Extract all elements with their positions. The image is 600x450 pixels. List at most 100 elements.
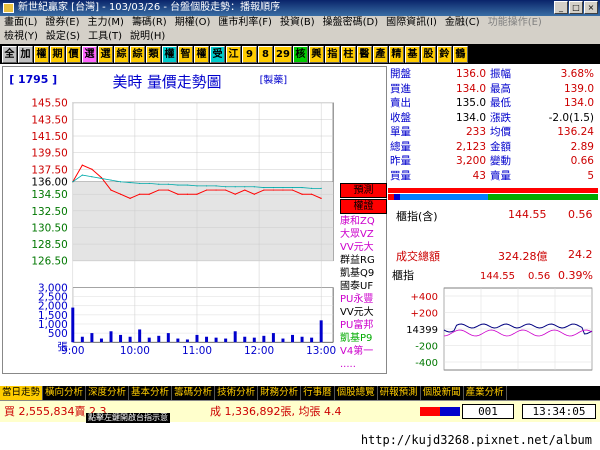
toolbar-button[interactable]: 精 bbox=[388, 45, 404, 63]
tab-item[interactable]: 財務分析 bbox=[258, 386, 302, 400]
menu-item[interactable]: 檢視(Y) bbox=[0, 30, 42, 44]
tab-item[interactable]: 技術分析 bbox=[215, 386, 259, 400]
average-point bbox=[110, 179, 112, 181]
toolbar-button[interactable]: 權 bbox=[162, 45, 177, 63]
warrant-item[interactable]: VV元大 bbox=[340, 241, 387, 254]
toolbar-button[interactable]: 綜 bbox=[114, 45, 129, 63]
price-point bbox=[167, 189, 169, 191]
close-button[interactable]: × bbox=[584, 1, 598, 14]
toolbar-button[interactable]: 權 bbox=[34, 45, 49, 63]
average-point bbox=[196, 185, 198, 187]
menu-item[interactable]: 匯市利率(F) bbox=[214, 16, 276, 30]
toolbar-button[interactable]: 期 bbox=[50, 45, 65, 63]
warrant-item[interactable]: VV元大 bbox=[340, 306, 387, 319]
tab-item[interactable]: 個股新聞 bbox=[421, 386, 464, 400]
quote-row: 賣出 135.0 最低 134.0 bbox=[388, 97, 598, 110]
warrant-item[interactable]: 預測 bbox=[340, 183, 387, 198]
average-point bbox=[311, 187, 313, 189]
toolbar-button[interactable]: 產 bbox=[372, 45, 388, 63]
quote-value: 3,200 bbox=[455, 155, 486, 167]
tab-item[interactable]: 個股總覽 bbox=[335, 386, 378, 400]
warrant-item[interactable]: ..... bbox=[340, 358, 387, 371]
toolbar-button[interactable]: 加 bbox=[18, 45, 33, 63]
toolbar-button[interactable]: 柱 bbox=[340, 45, 356, 63]
mini-tick-label: 14399 bbox=[406, 325, 438, 336]
tab-item[interactable]: 產業分析 bbox=[464, 386, 507, 400]
toolbar-button[interactable]: 綜 bbox=[130, 45, 145, 63]
price-tick-label: 130.50 bbox=[31, 222, 67, 234]
toolbar-button[interactable]: 核 bbox=[292, 45, 308, 63]
menu-item[interactable]: 畫面(L) bbox=[0, 16, 41, 30]
toolbar-button[interactable]: 價 bbox=[66, 45, 81, 63]
time-tick-label: 12:00 bbox=[244, 345, 274, 357]
toolbar-button[interactable]: 指 bbox=[324, 45, 340, 63]
maximize-button[interactable]: □ bbox=[569, 1, 583, 14]
otc-index-minichart[interactable]: 櫃指 144.55 0.56 0.39% +400 +200 14399 -200 -4… bbox=[388, 266, 598, 374]
price-point bbox=[244, 189, 246, 191]
toolbar-button[interactable]: 受 bbox=[210, 45, 225, 63]
warrant-item[interactable]: PU富邦 bbox=[340, 319, 387, 332]
toolbar-button[interactable]: 鈴 bbox=[436, 45, 452, 63]
quote-value: 2,123 bbox=[455, 140, 486, 153]
price-point bbox=[110, 189, 112, 191]
tab-item[interactable]: 基本分析 bbox=[129, 386, 173, 400]
toolbar-button[interactable]: 29 bbox=[274, 45, 292, 63]
warrant-item[interactable]: 大眾VZ bbox=[340, 228, 387, 241]
warrant-item[interactable]: 國泰UF bbox=[340, 280, 387, 293]
menu-item[interactable]: 操盤密碼(D) bbox=[319, 16, 383, 30]
toolbar-button[interactable]: 全 bbox=[2, 45, 17, 63]
quote-label: 變動 bbox=[490, 155, 511, 167]
tab-item[interactable]: 當日走勢 bbox=[0, 386, 44, 400]
tab-item[interactable]: 籌碼分析 bbox=[172, 386, 216, 400]
tab-item[interactable]: 研報預測 bbox=[378, 386, 421, 400]
minimize-button[interactable]: _ bbox=[554, 1, 568, 14]
quote-value: 139.0 bbox=[563, 82, 594, 95]
warrant-sidebar: 預測 權證 康和ZQ 大眾VZ VV元大 群益RG 凱基Q9 國泰UF PU永豐 VV元大 PU富邦… bbox=[340, 183, 387, 371]
menu-item[interactable]: 投資(B) bbox=[276, 16, 319, 30]
toolbar-button[interactable]: 智 bbox=[178, 45, 193, 63]
quote-row: 買進 134.0 最高 139.0 bbox=[388, 83, 598, 96]
toolbar-button[interactable]: 基 bbox=[404, 45, 420, 63]
toolbar-button[interactable]: 9 bbox=[242, 45, 257, 63]
tab-item[interactable]: 深度分析 bbox=[86, 386, 130, 400]
average-point bbox=[225, 186, 227, 188]
average-point bbox=[282, 186, 284, 189]
menu-item[interactable]: 工具(T) bbox=[84, 30, 126, 44]
warrant-item[interactable]: 群益RG bbox=[340, 254, 387, 267]
menu-item[interactable]: 證券(E) bbox=[41, 16, 83, 30]
warrant-item[interactable]: V4第一 bbox=[340, 345, 387, 358]
tab-item[interactable]: 橫向分析 bbox=[43, 386, 87, 400]
toolbar-button[interactable]: 鶴 bbox=[452, 45, 468, 63]
price-point bbox=[234, 193, 236, 195]
tab-item[interactable]: 行事曆 bbox=[301, 386, 335, 400]
toolbar-button[interactable]: 選 bbox=[98, 45, 113, 63]
warrant-item[interactable]: 凱基P9 bbox=[340, 332, 387, 345]
trade-volume: 成 1,336,892張, 均張 4.4 bbox=[210, 405, 342, 418]
volume-bar bbox=[157, 335, 161, 343]
price-volume-chart[interactable]: 145.50 143.50 141.50 139.50 137.50136.00134.… bbox=[2, 66, 387, 374]
toolbar-button[interactable]: 類 bbox=[146, 45, 161, 63]
warrant-item[interactable]: PU永豐 bbox=[340, 293, 387, 306]
menu-item[interactable]: 金融(C) bbox=[441, 16, 484, 30]
toolbar-button[interactable]: 股 bbox=[420, 45, 436, 63]
menu-item[interactable]: 籌碼(R) bbox=[128, 16, 171, 30]
menu-item[interactable]: 設定(S) bbox=[42, 30, 84, 44]
menu-item[interactable]: 功能操作(E) bbox=[484, 16, 546, 30]
menu-item[interactable]: 說明(H) bbox=[126, 30, 169, 44]
menu-item[interactable]: 國際資訊(I) bbox=[382, 16, 441, 30]
toolbar-button[interactable]: 興 bbox=[308, 45, 324, 63]
code-box[interactable]: 001 bbox=[462, 404, 514, 419]
price-point bbox=[282, 189, 284, 191]
menu-item[interactable]: 主力(M) bbox=[84, 16, 128, 30]
warrant-item[interactable]: 凱基Q9 bbox=[340, 267, 387, 280]
warrant-item[interactable]: 康和ZQ bbox=[340, 215, 387, 228]
toolbar-button[interactable]: 8 bbox=[258, 45, 273, 63]
toolbar-button[interactable]: 醫 bbox=[356, 45, 372, 63]
toolbar-button[interactable]: 選 bbox=[82, 45, 97, 63]
toolbar-button[interactable]: 江 bbox=[226, 45, 241, 63]
toolbar-button[interactable]: 權 bbox=[194, 45, 209, 63]
quote-value: 0.66 bbox=[570, 155, 594, 167]
menu-item[interactable]: 期權(O) bbox=[171, 16, 215, 30]
volume-bar bbox=[166, 333, 170, 343]
warrant-item[interactable]: 權證 bbox=[340, 199, 387, 214]
